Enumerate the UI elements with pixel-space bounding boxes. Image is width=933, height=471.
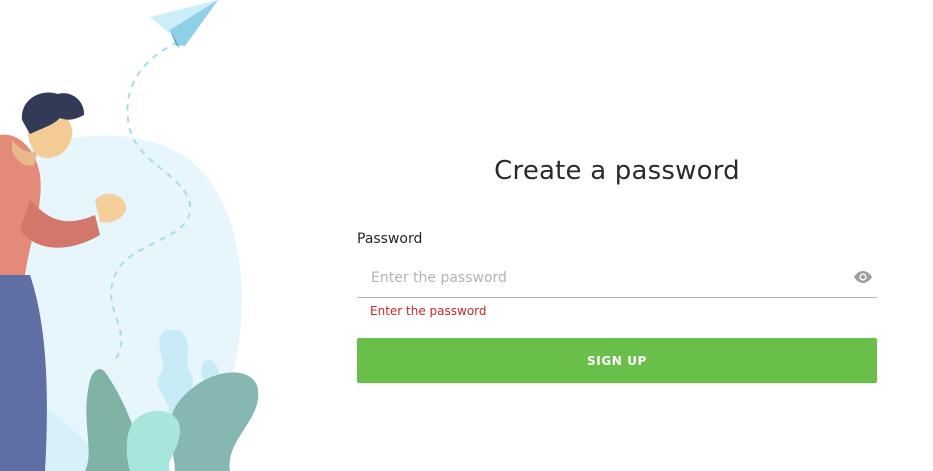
eye-icon[interactable] bbox=[853, 268, 873, 286]
password-field bbox=[357, 258, 877, 298]
paper-plane-icon bbox=[150, 0, 218, 48]
password-label: Password bbox=[357, 231, 423, 247]
page-title: Create a password bbox=[494, 156, 740, 186]
password-error-message: Enter the password bbox=[370, 304, 487, 318]
signup-illustration bbox=[0, 0, 259, 471]
signup-form: Create a password Password Enter the pas… bbox=[357, 0, 877, 471]
password-input[interactable] bbox=[371, 264, 831, 292]
signup-page: Create a password Password Enter the pas… bbox=[0, 0, 933, 471]
sign-up-button[interactable]: SIGN UP bbox=[357, 338, 877, 383]
